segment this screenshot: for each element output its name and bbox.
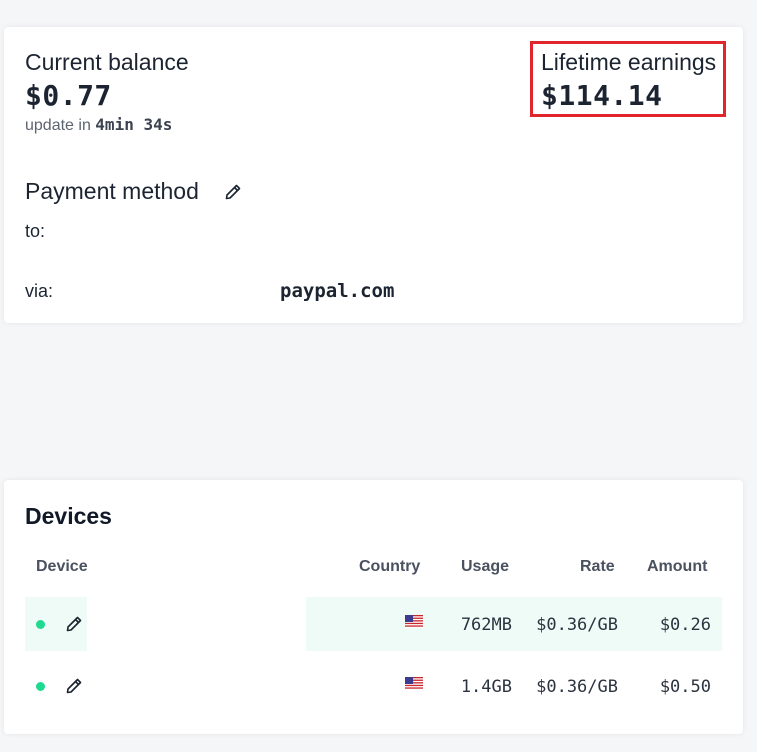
status-dot [36,682,45,691]
usage-cell: 1.4GB [460,677,512,697]
pencil-icon[interactable] [64,614,84,634]
lifetime-earnings-label: Lifetime earnings [541,49,717,75]
current-balance-amount: $0.77 [25,79,112,112]
devices-card: Devices Device Country Usage Rate Amount… [4,480,743,734]
us-flag-icon [405,615,423,628]
amount-cell: $0.50 [659,677,711,697]
balance-card: Current balance $0.77 update in 4min 34s… [4,27,743,323]
update-time: 4min 34s [95,115,173,134]
column-header-rate: Rate [580,558,615,575]
pencil-icon[interactable] [223,182,243,202]
update-prefix: update in [25,117,91,134]
usage-cell: 762MB [460,615,512,635]
update-countdown: update in 4min 34s [25,115,172,135]
status-dot [36,620,45,629]
current-balance-label: Current balance [25,49,189,75]
pencil-icon[interactable] [64,676,84,696]
rate-cell: $0.36/GB [536,677,618,697]
column-header-usage: Usage [461,558,510,575]
column-header-country: Country [359,558,421,575]
column-header-device: Device [36,558,88,575]
us-flag-icon [405,677,423,690]
rate-cell: $0.36/GB [536,615,618,635]
payment-to-label: to: [25,221,46,241]
payment-method-title: Payment method [25,178,199,204]
amount-cell: $0.26 [659,615,711,635]
lifetime-earnings-amount: $114.14 [541,79,663,112]
payment-via-label: via: [25,281,54,301]
payment-via-value: paypal.com [280,280,395,302]
column-header-amount: Amount [647,558,708,575]
devices-title: Devices [25,503,112,529]
